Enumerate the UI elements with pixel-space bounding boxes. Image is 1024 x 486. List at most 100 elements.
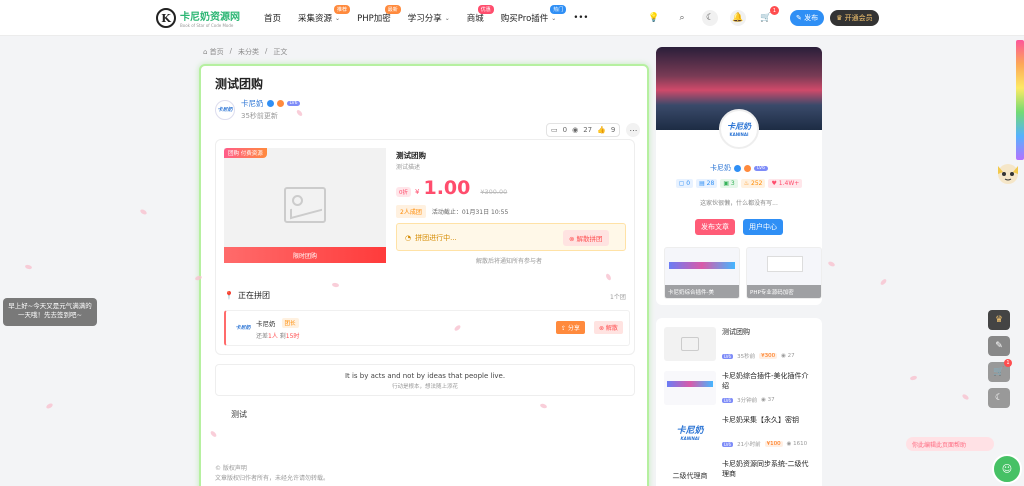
petal-decoration	[24, 264, 33, 270]
nav-label: PHP加密	[357, 14, 391, 24]
breadcrumb-separator: /	[229, 47, 233, 55]
post-meta: LV6 3分钟前 ◉ 37	[722, 396, 814, 404]
site-logo[interactable]: K 卡尼奶资源网 Book of Star of Code Mode	[156, 8, 240, 28]
ongoing-label: 正在拼团	[237, 291, 270, 300]
author-card: 卡尼奶 KANINAI 卡尼奶 LV6 ▢ 0 ▤ 28 ▣ 3 ♨ 252 ♥ 1.4…	[656, 47, 822, 305]
post-title[interactable]: 卡尼奶资源同步系统-二级代理商	[722, 459, 814, 479]
nav-item[interactable]: 首页	[264, 12, 281, 24]
image-placeholder-icon	[284, 187, 326, 223]
nav-item[interactable]: 采集资源 ⌄ 推荐	[298, 5, 351, 24]
nav-badge: 优惠	[477, 5, 494, 14]
list-item[interactable]: 卡尼奶综合插件-美化插件介绍 LV6 3分钟前 ◉ 37	[664, 371, 814, 411]
like-count: 9	[610, 126, 616, 134]
recent-posts-card: 测试团购 LV6 35秒前 ¥300 ◉ 27 卡尼奶综合插件-美化插件介绍 LV6 3分钟前…	[656, 318, 822, 486]
author-stats: ▢ 0 ▤ 28 ▣ 3 ♨ 252 ♥ 1.4W+	[656, 179, 822, 188]
thumb-logo-text: 卡尼奶	[676, 426, 704, 436]
list-item[interactable]: 二级代理商 卡尼奶资源同步系统-二级代理商	[664, 459, 814, 486]
recent-post-thumb[interactable]: PHP专业源码加密	[746, 247, 822, 299]
corner-tip[interactable]: 你此编辑此页面帮助	[906, 437, 994, 451]
user-center-button[interactable]: 用户中心	[743, 219, 783, 235]
dissolve-group-button[interactable]: ⊗ 解散拼团	[563, 230, 609, 246]
thumb-image: 卡尼奶 KANINAI	[664, 415, 716, 449]
nav-label: 学习分享	[407, 14, 442, 24]
view-count: 27	[583, 126, 593, 134]
list-item[interactable]: 测试团购 LV6 35秒前 ¥300 ◉ 27	[664, 327, 814, 367]
post-title[interactable]: 测试团购	[722, 327, 814, 337]
nav-item[interactable]: 学习分享 ⌄	[408, 12, 450, 24]
moon-icon[interactable]: ☾	[988, 388, 1010, 408]
author-stat: ▣ 3	[720, 179, 738, 188]
author-name[interactable]: 卡尼奶	[241, 98, 264, 109]
thumb-caption: PHP专业源码加密	[747, 285, 821, 298]
rainbow-stripe	[1016, 40, 1024, 160]
update-time: 35秒前更新	[241, 112, 278, 120]
petal-decoration	[827, 260, 836, 268]
post-views: ◉ 1610	[786, 441, 808, 447]
petal-decoration	[139, 208, 148, 216]
recent-post-thumb[interactable]: 卡尼奶综合插件-美	[664, 247, 740, 299]
cart-icon[interactable]: 🛒 1	[988, 359, 1012, 382]
vip-button[interactable]: ♛ 开通会员	[830, 10, 879, 26]
copyright: © 版权声明 文章版权归作者所有，未经允许请勿转载。	[215, 464, 329, 484]
cart-icon[interactable]: 🛒 1	[758, 6, 779, 26]
lightbulb-icon[interactable]: 💡	[646, 10, 662, 26]
member-name: 卡尼奶	[256, 320, 276, 328]
author-stat: ♥ 1.4W+	[768, 179, 803, 188]
author-name[interactable]: 卡尼奶	[710, 163, 731, 173]
nav-item[interactable]: 购买Pro插件 ⌄ 热门	[501, 5, 567, 24]
mascot-icon[interactable]	[994, 158, 1022, 188]
moon-icon[interactable]: ☾	[702, 10, 718, 26]
post-thumbnail	[664, 371, 716, 405]
logo-title: 卡尼奶资源网	[180, 12, 240, 23]
author-recent-posts: 卡尼奶综合插件-美 PHP专业源码加密	[664, 247, 822, 299]
breadcrumb-current: 正文	[273, 48, 288, 56]
publish-article-button[interactable]: 发布文章	[695, 219, 735, 235]
more-icon[interactable]: ⋯	[626, 123, 641, 137]
leader-badge: 团长	[281, 318, 299, 328]
price-row: 0折 ¥ 1.00 ¥300.00	[396, 177, 507, 199]
post-views: ◉ 27	[781, 353, 795, 359]
post-title[interactable]: 卡尼奶采集【永久】密钥	[722, 415, 814, 425]
post-stats: ▭ 0 ◉ 27 👍 9 ⋯	[546, 123, 641, 137]
post-time: 21小时前	[737, 442, 761, 448]
publish-button[interactable]: ✎ 发布	[790, 10, 825, 26]
share-button[interactable]: ⇪ 分享	[556, 321, 585, 334]
level-badge: LV6	[722, 353, 734, 359]
header-actions: 💡 ⌕ ☾ 🔔 🛒 1 ✎ 发布 ♛ 开通会员	[646, 6, 879, 26]
thumb-logo-sub: KANINAI	[680, 436, 700, 441]
logo-subtitle: Book of Star of Code Mode	[180, 23, 234, 28]
bell-icon[interactable]: 🔔	[730, 10, 746, 26]
thumb-caption: 卡尼奶综合插件-美	[665, 285, 739, 298]
paid-resource-tag: 团购 付费资源	[224, 148, 267, 158]
member-need: 还差1人 剩15时	[256, 331, 299, 340]
level-badge: LV6	[286, 101, 301, 106]
avatar-sub: KANINAI	[729, 132, 749, 137]
avatar[interactable]: 卡尼奶	[215, 99, 235, 120]
breadcrumb-category[interactable]: 未分类	[238, 47, 259, 57]
post-thumbnail: 二级代理商	[664, 459, 716, 486]
breadcrumb-home[interactable]: ⌂ 首页	[203, 47, 224, 57]
dissolve-button[interactable]: ⊗ 解散	[594, 321, 623, 334]
robot-icon[interactable]: ☺	[992, 454, 1022, 484]
pencil-icon[interactable]: ✎	[988, 336, 1010, 356]
like-icon[interactable]: 👍	[597, 126, 606, 134]
dissolve-tip: 解散后将通知所有参与者	[476, 258, 543, 265]
copyright-title: © 版权声明	[215, 465, 247, 472]
crown-icon[interactable]: ♛	[988, 310, 1010, 330]
thumb-image: 二级代理商	[664, 459, 716, 486]
petal-decoration	[909, 375, 918, 381]
image-placeholder-icon	[681, 337, 699, 351]
group-size: 2人成团	[396, 205, 426, 218]
nav-badge: 最新	[384, 5, 401, 14]
post-title[interactable]: 卡尼奶综合插件-美化插件介绍	[722, 371, 814, 391]
avatar[interactable]: 卡尼奶 KANINAI	[719, 109, 759, 149]
currency-symbol: ¥	[415, 188, 420, 196]
nav-item[interactable]: PHP加密 最新	[357, 5, 401, 24]
list-item[interactable]: 卡尼奶 KANINAI 卡尼奶采集【永久】密钥 LV6 21小时前 ¥100 ◉ 1610	[664, 415, 814, 455]
product-image: 团购 付费资源	[224, 148, 386, 262]
search-icon[interactable]: ⌕	[674, 10, 690, 26]
more-menu-icon[interactable]: •••	[573, 13, 588, 23]
original-price: ¥300.00	[480, 188, 508, 196]
nav-item[interactable]: 商城 优惠	[467, 5, 494, 24]
chevron-down-icon: ⌄	[335, 14, 341, 22]
